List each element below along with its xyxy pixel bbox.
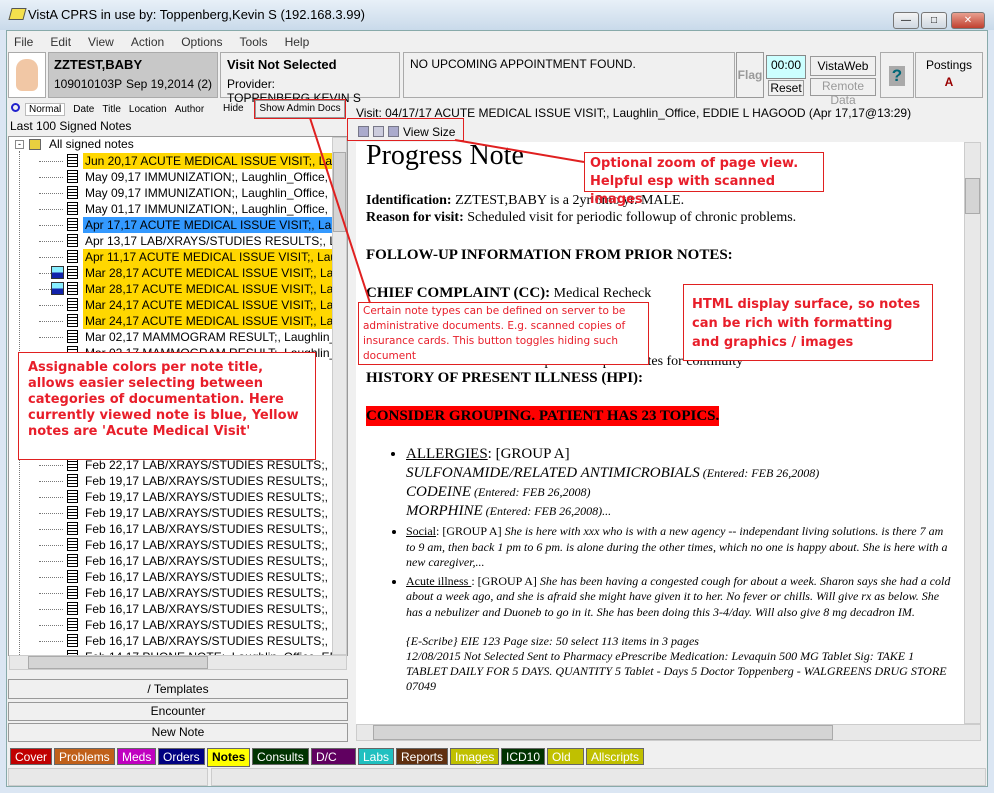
annotation-arrows [309, 117, 585, 304]
